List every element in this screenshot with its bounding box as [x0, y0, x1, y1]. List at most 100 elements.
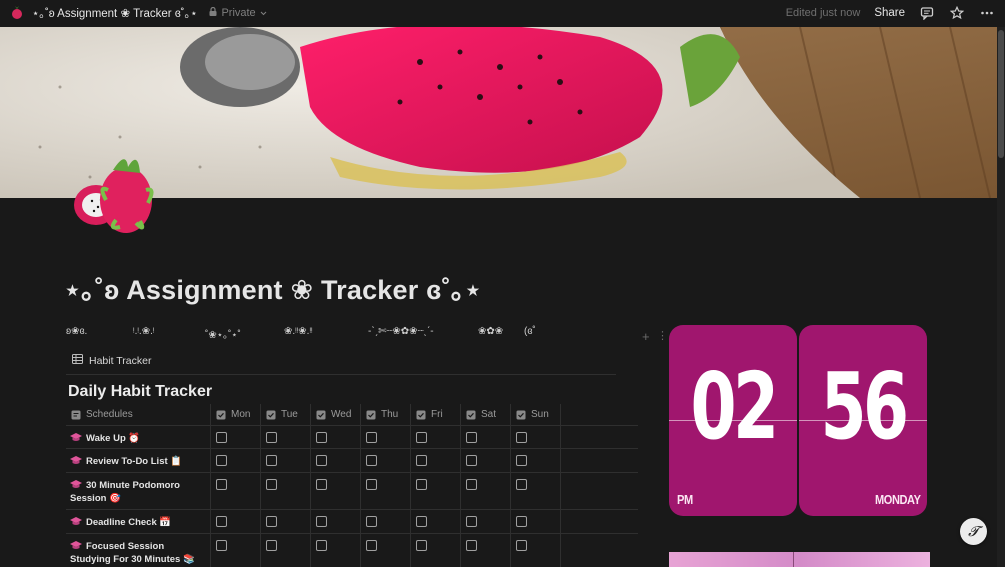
header-sun[interactable]: Sun [511, 404, 561, 425]
flip-divider [799, 420, 927, 421]
habit-checkbox[interactable] [416, 540, 427, 551]
scrollbar-thumb[interactable] [998, 30, 1004, 158]
habit-checkbox[interactable] [466, 516, 477, 527]
schedule-name: Review To-Do List 📋 [86, 456, 183, 467]
header-label: Sun [531, 409, 549, 420]
tab-habit-tracker[interactable]: Habit Tracker [72, 354, 151, 367]
habit-checkbox[interactable] [316, 432, 327, 443]
habit-checkbox[interactable] [316, 455, 327, 466]
header-wed[interactable]: Wed [311, 404, 361, 425]
habit-checkbox[interactable] [216, 516, 227, 527]
decoration-text: ❀✿❀ [478, 326, 504, 337]
page-title[interactable]: ⋆｡˚ʚ Assignment ❀ Tracker ɞ˚｡⋆ [64, 268, 482, 307]
header-label: Schedules [86, 409, 133, 420]
star-icon[interactable] [949, 5, 965, 21]
add-block-icon[interactable]: + [642, 329, 650, 344]
header-schedules[interactable]: Schedules [66, 404, 211, 425]
decoration-text: (ɞ˚ [524, 326, 536, 337]
habit-checkbox[interactable] [266, 516, 277, 527]
habit-checkbox[interactable] [366, 516, 377, 527]
habit-checkbox[interactable] [216, 479, 227, 490]
privacy-selector[interactable]: Private [209, 6, 267, 19]
dragon-fruit-icon[interactable] [10, 6, 24, 20]
schedule-name: Wake Up ⏰ [86, 433, 141, 444]
graduation-cap-icon [70, 433, 82, 444]
habit-checkbox[interactable] [466, 540, 477, 551]
habit-checkbox[interactable] [516, 455, 527, 466]
habit-checkbox[interactable] [366, 432, 377, 443]
habit-checkbox[interactable] [266, 479, 277, 490]
header-fri[interactable]: Fri [411, 404, 461, 425]
habit-checkbox[interactable] [366, 479, 377, 490]
comment-icon[interactable] [919, 5, 935, 21]
checkbox-property-icon [216, 410, 226, 420]
decoration-text: -ˋˏ✄┈❀✿❀┈ˎˊ- [368, 326, 434, 337]
table-row[interactable]: Wake Up ⏰ [66, 426, 638, 449]
graduation-cap-icon [70, 456, 82, 467]
habit-checkbox[interactable] [366, 455, 377, 466]
more-icon[interactable] [979, 5, 995, 21]
schedule-name: Focused Session Studying For 30 Minutes … [70, 541, 195, 565]
clock-hours: 02 [690, 353, 780, 460]
habit-checkbox[interactable] [366, 540, 377, 551]
top-bar: ⋆｡˚ʚ Assignment ❀ Tracker ɞ˚｡⋆ Private E… [0, 0, 1005, 26]
tab-label: Habit Tracker [89, 354, 152, 367]
table-row[interactable]: Focused Session Studying For 30 Minutes … [66, 534, 638, 567]
habit-checkbox[interactable] [516, 432, 527, 443]
privacy-label: Private [221, 7, 256, 19]
schedule-name-cell[interactable]: Focused Session Studying For 30 Minutes … [66, 534, 211, 567]
habit-checkbox[interactable] [516, 479, 527, 490]
dragon-fruit-page-icon[interactable] [68, 145, 160, 237]
decoration-text: ʚ❀ɞ. [66, 326, 88, 337]
habit-checkbox[interactable] [266, 455, 277, 466]
habit-checkbox[interactable] [216, 540, 227, 551]
habit-checkbox[interactable] [516, 516, 527, 527]
habit-checkbox[interactable] [466, 455, 477, 466]
lock-icon [209, 6, 217, 19]
habit-checkbox[interactable] [416, 479, 427, 490]
schedule-name: 30 Minute Podomoro Session 🎯 [70, 480, 180, 504]
habit-checkbox[interactable] [466, 479, 477, 490]
header-thu[interactable]: Thu [361, 404, 411, 425]
habit-checkbox[interactable] [216, 455, 227, 466]
habit-checkbox[interactable] [216, 432, 227, 443]
clock-day: MONDAY [875, 492, 921, 507]
share-button[interactable]: Share [874, 7, 905, 19]
schedule-name-cell[interactable]: Deadline Check 📅 [66, 510, 211, 533]
database-title[interactable]: Daily Habit Tracker [68, 383, 212, 401]
header-label: Mon [231, 409, 251, 420]
habit-table: Schedules Mon Tue Wed Thu Fri Sat Sun Wa… [66, 404, 638, 567]
assistant-button[interactable]: 𝓣 [960, 518, 987, 545]
habit-checkbox[interactable] [416, 432, 427, 443]
table-row[interactable]: 30 Minute Podomoro Session 🎯 [66, 473, 638, 510]
graduation-cap-icon [70, 517, 82, 528]
graduation-cap-icon [70, 480, 82, 491]
header-mon[interactable]: Mon [211, 404, 261, 425]
flip-divider [669, 420, 797, 421]
habit-checkbox[interactable] [416, 455, 427, 466]
schedule-name-cell[interactable]: Wake Up ⏰ [66, 426, 211, 448]
breadcrumb-page-title[interactable]: ⋆｡˚ʚ Assignment ❀ Tracker ɞ˚｡⋆ [32, 5, 197, 21]
habit-checkbox[interactable] [316, 516, 327, 527]
habit-checkbox[interactable] [416, 516, 427, 527]
habit-checkbox[interactable] [516, 540, 527, 551]
habit-checkbox[interactable] [266, 540, 277, 551]
decoration-text: ᵎ.ᵎ.❀.ᵎ [133, 326, 155, 337]
table-row[interactable]: Review To-Do List 📋 [66, 449, 638, 473]
table-row[interactable]: Deadline Check 📅 [66, 510, 638, 534]
habit-checkbox[interactable] [466, 432, 477, 443]
habit-checkbox[interactable] [316, 540, 327, 551]
table-view-icon [72, 354, 83, 367]
habit-checkbox[interactable] [266, 432, 277, 443]
clock-period: PM [677, 492, 693, 507]
checkbox-property-icon [516, 410, 526, 420]
graduation-cap-icon [70, 541, 82, 552]
schedule-name: Deadline Check 📅 [86, 517, 172, 528]
checkbox-property-icon [416, 410, 426, 420]
header-tue[interactable]: Tue [261, 404, 311, 425]
schedule-name-cell[interactable]: 30 Minute Podomoro Session 🎯 [66, 473, 211, 509]
header-sat[interactable]: Sat [461, 404, 511, 425]
schedule-name-cell[interactable]: Review To-Do List 📋 [66, 449, 211, 472]
habit-checkbox[interactable] [316, 479, 327, 490]
embedded-widget-strip[interactable] [669, 552, 930, 567]
